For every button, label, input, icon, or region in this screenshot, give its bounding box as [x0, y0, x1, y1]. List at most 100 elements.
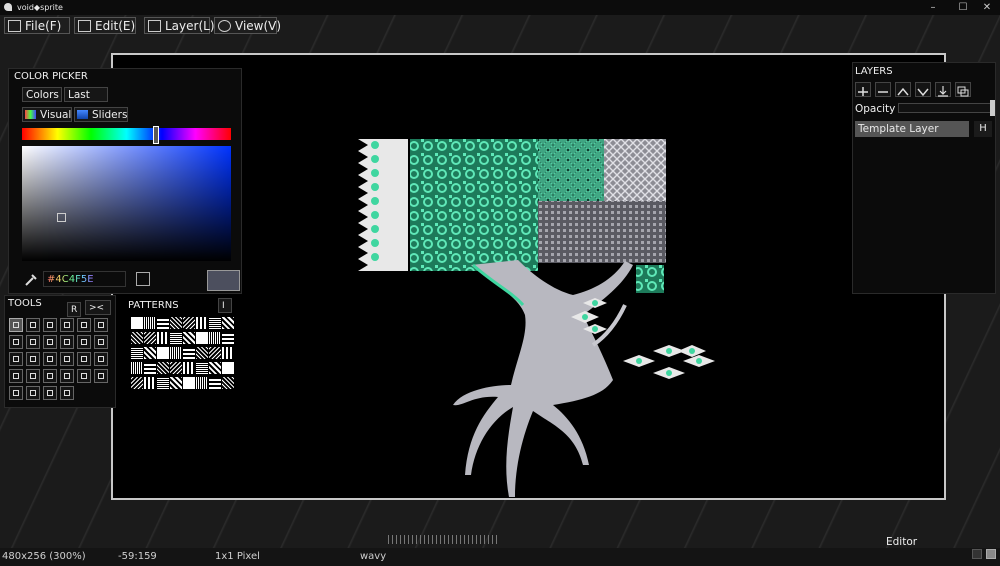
pattern-swatch[interactable]: [196, 332, 208, 344]
copy-color-icon[interactable]: [136, 272, 150, 286]
opacity-slider-thumb[interactable]: [990, 100, 995, 116]
pattern-swatch[interactable]: [209, 317, 221, 329]
bucket-tool-icon[interactable]: [26, 352, 40, 366]
pattern-swatch[interactable]: [196, 362, 208, 374]
pattern-swatch[interactable]: [183, 347, 195, 359]
mirror-tool-icon[interactable]: [9, 386, 23, 400]
pixel-tool-icon[interactable]: [9, 318, 23, 332]
pattern-swatch[interactable]: [222, 377, 234, 389]
pattern-swatch[interactable]: [170, 332, 182, 344]
stamp-tool-icon[interactable]: [77, 352, 91, 366]
transform-tool-icon[interactable]: [77, 369, 91, 383]
ellipse-select-tool-icon[interactable]: [94, 335, 108, 349]
brush-tool-icon[interactable]: [26, 318, 40, 332]
pattern-swatch[interactable]: [170, 317, 182, 329]
pattern-swatch[interactable]: [131, 377, 143, 389]
pattern-swatch[interactable]: [209, 377, 221, 389]
pattern-swatch[interactable]: [196, 317, 208, 329]
opacity-slider[interactable]: [898, 103, 993, 113]
select-tool-icon[interactable]: [9, 369, 23, 383]
pattern-swatch[interactable]: [183, 317, 195, 329]
minimize-button[interactable]: –: [918, 0, 948, 15]
timeline-ruler[interactable]: [388, 535, 500, 544]
pattern-swatch[interactable]: [196, 347, 208, 359]
tools-r-button[interactable]: R: [67, 302, 81, 317]
menu-layer[interactable]: Layer(L): [144, 17, 215, 34]
spray-tool-icon[interactable]: [26, 335, 40, 349]
mode-sliders-button[interactable]: Sliders: [74, 107, 128, 122]
pattern-swatch[interactable]: [196, 377, 208, 389]
pattern-swatch[interactable]: [222, 347, 234, 359]
text-tool-icon[interactable]: [94, 369, 108, 383]
pattern-swatch[interactable]: [157, 347, 169, 359]
pattern-swatch[interactable]: [222, 332, 234, 344]
line-tool-icon[interactable]: [60, 318, 74, 332]
move-layer-up-icon[interactable]: [895, 82, 911, 97]
pattern-swatch[interactable]: [131, 317, 143, 329]
menu-file[interactable]: File(F): [4, 17, 70, 34]
pattern-swatch[interactable]: [157, 362, 169, 374]
grid-tool-icon[interactable]: [26, 386, 40, 400]
pipette-tool-icon[interactable]: [60, 352, 74, 366]
blur-tool-icon[interactable]: [94, 352, 108, 366]
mode-visual-button[interactable]: Visual: [22, 107, 72, 122]
pattern-swatch[interactable]: [222, 317, 234, 329]
pattern-swatch[interactable]: [144, 377, 156, 389]
status-square-light[interactable]: [986, 549, 996, 559]
hue-slider[interactable]: [22, 128, 231, 140]
pencil-tool-icon[interactable]: [9, 335, 23, 349]
fill-tool-icon[interactable]: [43, 318, 57, 332]
hex-color-input[interactable]: #4C4F5E: [43, 271, 126, 287]
status-square-dark[interactable]: [972, 549, 982, 559]
plus-tool-icon[interactable]: [94, 318, 108, 332]
pattern-swatch[interactable]: [144, 332, 156, 344]
close-button[interactable]: ✕: [972, 0, 1000, 15]
hue-slider-thumb[interactable]: [153, 126, 159, 144]
move-tool-icon[interactable]: [60, 369, 74, 383]
tab-colors[interactable]: Colors: [22, 87, 62, 102]
pattern-swatch[interactable]: [209, 347, 221, 359]
pattern-swatch[interactable]: [157, 377, 169, 389]
pattern-swatch[interactable]: [170, 377, 182, 389]
menu-edit[interactable]: Edit(E): [74, 17, 136, 34]
picker-tool-icon[interactable]: [43, 352, 57, 366]
pattern-swatch[interactable]: [183, 377, 195, 389]
duplicate-layer-icon[interactable]: [955, 82, 971, 97]
measure-tool-icon[interactable]: [60, 386, 74, 400]
pattern-swatch[interactable]: [170, 347, 182, 359]
crop-tool-icon[interactable]: [43, 386, 57, 400]
patterns-i-button[interactable]: I: [218, 298, 232, 313]
pattern-swatch[interactable]: [144, 347, 156, 359]
remove-layer-icon[interactable]: [875, 82, 891, 97]
pattern-swatch[interactable]: [222, 362, 234, 374]
pattern-swatch[interactable]: [183, 332, 195, 344]
pattern-swatch[interactable]: [209, 362, 221, 374]
pattern-swatch[interactable]: [157, 332, 169, 344]
pattern-swatch[interactable]: [131, 347, 143, 359]
sv-picker-cursor[interactable]: [57, 213, 66, 222]
pattern-swatch[interactable]: [144, 362, 156, 374]
current-color-swatch[interactable]: [207, 270, 240, 291]
eyedropper-icon[interactable]: [24, 272, 38, 286]
tools-toggle-button[interactable]: ><: [85, 300, 111, 315]
add-layer-icon[interactable]: [855, 82, 871, 97]
wand-tool-icon[interactable]: [43, 369, 57, 383]
layer-item-template[interactable]: Template Layer: [855, 121, 969, 137]
tab-last[interactable]: Last: [64, 87, 108, 102]
circle-tool-icon[interactable]: [9, 352, 23, 366]
move-layer-down-icon[interactable]: [915, 82, 931, 97]
pattern-swatch[interactable]: [183, 362, 195, 374]
curve-tool-icon[interactable]: [77, 318, 91, 332]
pattern-swatch[interactable]: [131, 332, 143, 344]
saturation-value-picker[interactable]: [22, 146, 231, 261]
lasso-tool-icon[interactable]: [26, 369, 40, 383]
rect-tool-icon[interactable]: [60, 335, 74, 349]
filled-rect-tool-icon[interactable]: [77, 335, 91, 349]
pattern-swatch[interactable]: [209, 332, 221, 344]
pattern-swatch[interactable]: [144, 317, 156, 329]
pattern-swatch[interactable]: [157, 317, 169, 329]
layer-hide-toggle[interactable]: H: [974, 121, 992, 137]
pattern-swatch[interactable]: [131, 362, 143, 374]
pattern-swatch[interactable]: [170, 362, 182, 374]
menu-view[interactable]: View(V): [214, 17, 281, 34]
